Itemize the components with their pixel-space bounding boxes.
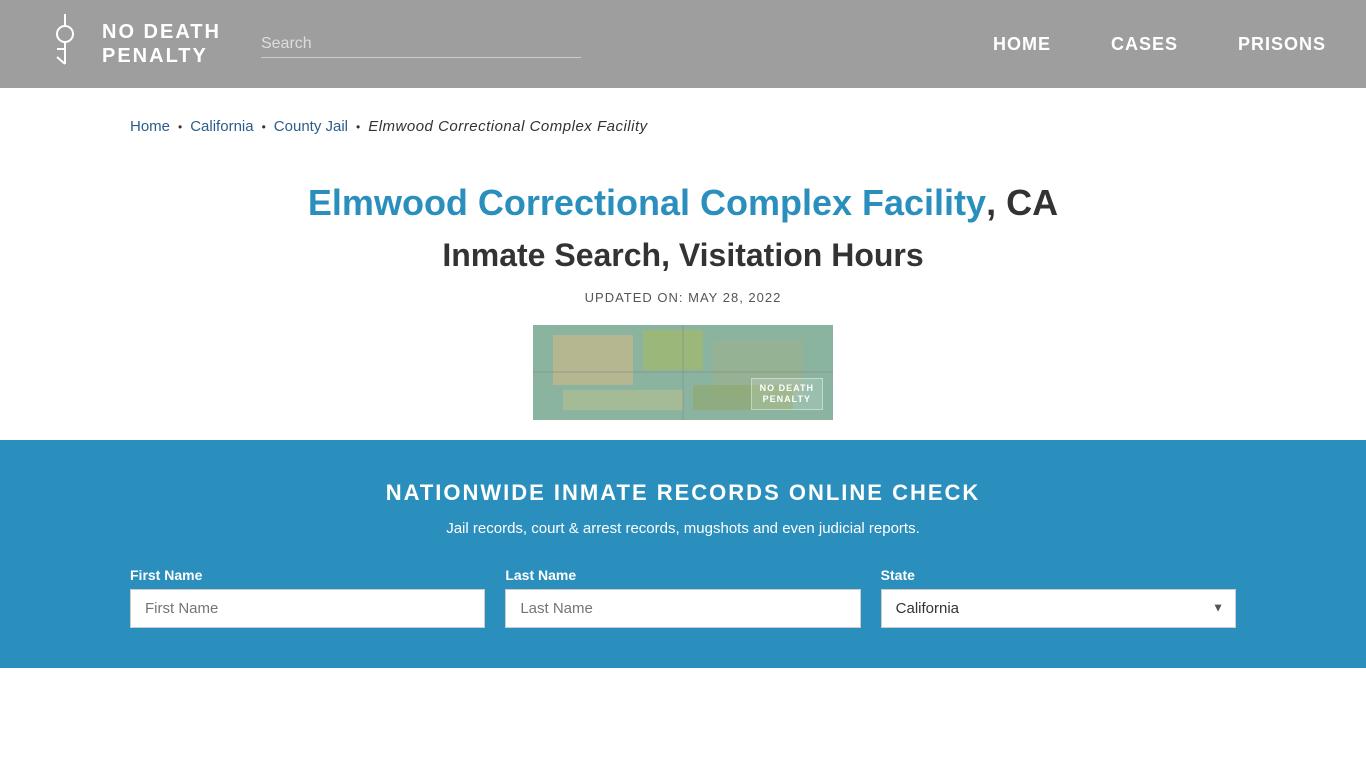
updated-date: UPDATED ON: MAY 28, 2022	[130, 290, 1236, 305]
state-label: State	[881, 567, 1236, 583]
breadcrumb-home[interactable]: Home	[130, 118, 170, 135]
state-select-wrapper: California Alabama Alaska Arizona Arkans…	[881, 589, 1236, 628]
records-subtitle: Jail records, court & arrest records, mu…	[130, 520, 1236, 537]
site-header: NO DEATH PENALTY HOME CASES PRISONS	[0, 0, 1366, 88]
search-input[interactable]	[261, 31, 581, 58]
logo-text: NO DEATH PENALTY	[102, 20, 221, 68]
search-area[interactable]	[261, 31, 581, 58]
nav-cases[interactable]: CASES	[1111, 34, 1178, 55]
breadcrumb-sep-1: •	[178, 120, 182, 134]
logo-icon	[40, 9, 90, 79]
breadcrumb-current: Elmwood Correctional Complex Facility	[368, 118, 647, 135]
last-name-input[interactable]	[505, 589, 860, 628]
facility-image-container: NO DEATH PENALTY	[130, 325, 1236, 420]
nav-prisons[interactable]: PRISONS	[1238, 34, 1326, 55]
records-section: NATIONWIDE INMATE RECORDS ONLINE CHECK J…	[0, 440, 1366, 668]
search-form: First Name Last Name State California Al…	[130, 567, 1236, 628]
facility-image: NO DEATH PENALTY	[533, 325, 833, 420]
page-subtitle: Inmate Search, Visitation Hours	[130, 237, 1236, 274]
state-group: State California Alabama Alaska Arizona …	[881, 567, 1236, 628]
breadcrumb-sep-3: •	[356, 120, 360, 134]
last-name-label: Last Name	[505, 567, 860, 583]
breadcrumb-area: Home • California • County Jail • Elmwoo…	[0, 88, 1366, 150]
first-name-group: First Name	[130, 567, 485, 628]
breadcrumb-county-jail[interactable]: County Jail	[274, 118, 348, 135]
title-rest: , CA	[986, 182, 1058, 223]
facility-logo-text: NO DEATH PENALTY	[760, 383, 814, 405]
title-highlight: Elmwood Correctional Complex Facility	[308, 182, 986, 223]
first-name-input[interactable]	[130, 589, 485, 628]
first-name-label: First Name	[130, 567, 485, 583]
main-nav: HOME CASES PRISONS	[993, 34, 1326, 55]
facility-image-overlay: NO DEATH PENALTY	[751, 378, 823, 410]
records-title: NATIONWIDE INMATE RECORDS ONLINE CHECK	[130, 480, 1236, 506]
breadcrumb: Home • California • County Jail • Elmwoo…	[130, 118, 1236, 135]
state-select[interactable]: California Alabama Alaska Arizona Arkans…	[881, 589, 1236, 628]
logo[interactable]: NO DEATH PENALTY	[40, 9, 221, 79]
breadcrumb-california[interactable]: California	[190, 118, 253, 135]
main-content: Elmwood Correctional Complex Facility, C…	[0, 150, 1366, 440]
breadcrumb-sep-2: •	[262, 120, 266, 134]
page-title: Elmwood Correctional Complex Facility, C…	[130, 180, 1236, 227]
last-name-group: Last Name	[505, 567, 860, 628]
nav-home[interactable]: HOME	[993, 34, 1051, 55]
